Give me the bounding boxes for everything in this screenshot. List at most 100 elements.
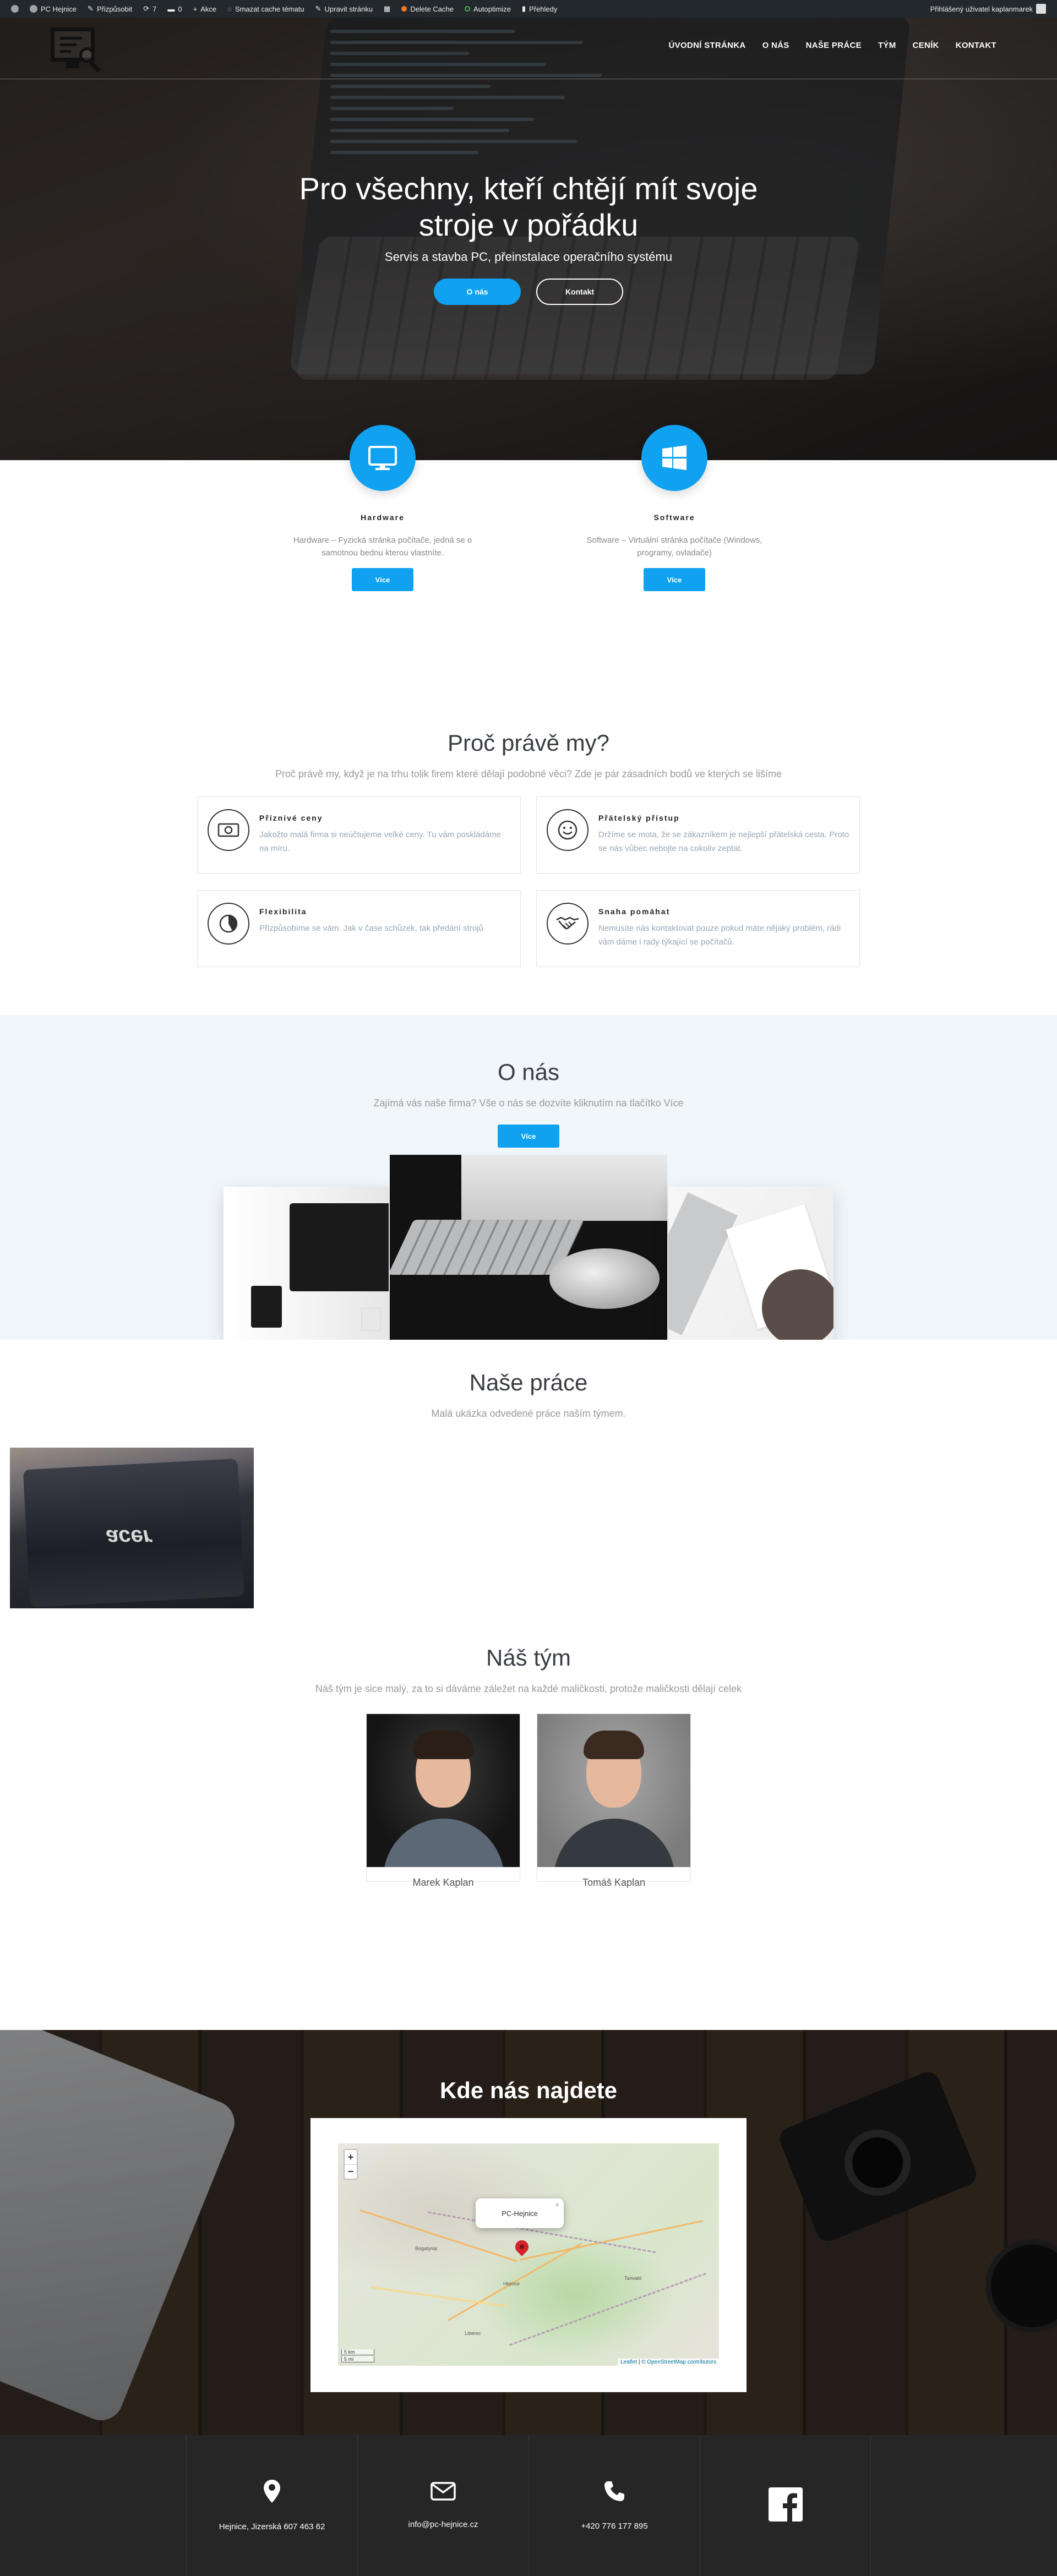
feature-card: Flexibilita Přizpůsobíme se vám. Jak v č…	[197, 890, 521, 967]
feature-title: Příznivé ceny	[259, 814, 323, 822]
windows-logo-icon	[641, 425, 707, 491]
about-section: O nás Zajímá vás naše firma? Vše o nás s…	[0, 1015, 1057, 1340]
section-title: Naše práce	[469, 1369, 588, 1395]
nav-item-home[interactable]: ÚVODNÍ STRÁNKA	[669, 41, 746, 50]
feature-card: Příznivé ceny Jakožto malá firma si neúč…	[197, 796, 521, 874]
nav-item-contact[interactable]: KONTAKT	[956, 41, 996, 50]
location-pin-icon	[264, 2480, 280, 2506]
nav-item-team[interactable]: TÝM	[878, 41, 896, 50]
admin-clear-cache-link[interactable]: ◌ Smazat cache tématu	[222, 0, 309, 18]
map-popup-label: PC-Hejnice	[502, 2209, 538, 2218]
contact-button[interactable]: Kontakt	[536, 279, 623, 305]
section-title: Náš tým	[486, 1645, 571, 1671]
map-attribution: Leaflet | © OpenStreetMap contributors	[618, 2359, 719, 2366]
close-icon[interactable]: ×	[555, 2201, 559, 2209]
map[interactable]: Bogatynia Hejnice Tanvald Liberec + − PC…	[338, 2143, 719, 2366]
nav-item-pricing[interactable]: CENÍK	[913, 41, 939, 50]
home-icon	[30, 5, 37, 13]
location-section: Kde nás najdete Bogatynia Hejnice Tanval…	[0, 2030, 1057, 2435]
work-gallery-image[interactable]: acer	[10, 1448, 254, 1608]
team-member-photo	[367, 1714, 520, 1867]
nav-item-work[interactable]: NAŠE PRÁCE	[806, 41, 862, 50]
service-software: Software Software – Virtuální stránka po…	[578, 425, 771, 678]
feature-title: Přátelský přístup	[598, 814, 680, 822]
admin-comments-link[interactable]: ▬ 0	[162, 0, 187, 18]
phone-icon	[603, 2480, 625, 2505]
wordpress-icon[interactable]	[6, 0, 24, 18]
banknote-icon	[208, 809, 249, 851]
service-title: Hardware	[361, 513, 405, 522]
hardware-more-button[interactable]: Více	[352, 568, 413, 591]
pencil-icon: ✎	[88, 4, 94, 13]
leaflet-link[interactable]: Leaflet	[620, 2359, 637, 2365]
map-marker-icon[interactable]	[513, 2237, 531, 2256]
team-member-name: Tomáš Kaplan	[582, 1877, 646, 1888]
osm-link[interactable]: © OpenStreetMap contributors	[641, 2359, 716, 2365]
team-member-name: Marek Kaplan	[412, 1877, 474, 1888]
software-more-button[interactable]: Více	[644, 568, 705, 591]
footer-facebook[interactable]	[700, 2435, 871, 2576]
footer-email-link[interactable]: info@pc-hejnice.cz	[408, 2520, 478, 2529]
admin-updates-link[interactable]: ⟳ 7	[138, 0, 162, 18]
service-text: Hardware – Fyzická stránka počítače, jed…	[293, 536, 472, 558]
hero-content: Pro všechny, kteří chtějí mít svoje stro…	[0, 171, 1057, 305]
cache-icon: ◌	[227, 4, 232, 13]
map-zoom-control: + −	[344, 2149, 358, 2180]
feature-title: Flexibilita	[259, 907, 307, 916]
admin-site-link[interactable]: PC Hejnice	[24, 0, 82, 18]
work-section: Naše práce Malá ukázka odvedené práce na…	[0, 1340, 1057, 1637]
admin-delete-cache-link[interactable]: Delete Cache	[396, 0, 459, 18]
map-frame: Bogatynia Hejnice Tanvald Liberec + − PC…	[310, 2118, 747, 2392]
admin-edit-page-link[interactable]: ✎ Upravit stránku	[310, 0, 378, 18]
admin-customize-link[interactable]: ✎ Přizpůsobit	[82, 0, 138, 18]
header-navbar: ÚVODNÍ STRÁNKA O NÁS NAŠE PRÁCE TÝM CENÍ…	[0, 18, 1057, 79]
footer-email: info@pc-hejnice.cz	[357, 2435, 528, 2576]
footer-phone-link[interactable]: +420 776 177 895	[581, 2522, 647, 2531]
admin-insights-link[interactable]: ▮ Přehledy	[516, 0, 563, 18]
magnifier-icon	[79, 47, 95, 63]
facebook-icon[interactable]	[768, 2487, 803, 2524]
pie-chart-icon	[208, 903, 249, 945]
green-dot-icon	[465, 6, 470, 12]
service-title: Software	[653, 513, 695, 522]
footer-phone: +420 776 177 895	[528, 2435, 700, 2576]
feature-text: Držíme se mota, že se zákazníkem je nejl…	[598, 830, 849, 853]
envelope-icon	[431, 2482, 456, 2503]
laptop-brand-text: acer	[106, 1525, 152, 1549]
footer-address: Hejnice, Jizerská 607 463 62	[186, 2435, 357, 2576]
section-subtitle: Náš tým je sice malý, za to si dáváme zá…	[315, 1683, 742, 1694]
orange-dot-icon	[401, 6, 407, 12]
team-section: Náš tým Náš tým je sice malý, za to si d…	[0, 1637, 1057, 2030]
why-us-section: Proč právě my? Proč právě my, když je na…	[0, 678, 1057, 1015]
section-subtitle: Zajímá vás naše firma? Vše o nás se dozv…	[373, 1098, 684, 1109]
team-member-card: Marek Kaplan	[366, 1713, 520, 1888]
desktop-monitor-icon	[350, 425, 416, 491]
admin-user-menu[interactable]: Přihlášený uživatel kaplanmarek	[925, 0, 1051, 18]
admin-new-content-link[interactable]: + Akce	[188, 0, 222, 18]
site-logo[interactable]	[51, 24, 101, 73]
team-member-card: Tomáš Kaplan	[537, 1713, 691, 1888]
footer-address-text: Hejnice, Jizerská 607 463 62	[219, 2522, 325, 2531]
about-more-button[interactable]: Více	[498, 1125, 559, 1148]
services-section: Hardware Hardware – Fyzická stránka počí…	[0, 425, 1057, 678]
nav-item-about[interactable]: O NÁS	[762, 41, 789, 50]
feature-card: Přátelský přístup Držíme se mota, že se …	[536, 796, 860, 874]
grid-icon: ▦	[383, 4, 391, 13]
refresh-icon: ⟳	[143, 4, 150, 13]
chart-icon: ▮	[521, 4, 526, 13]
zoom-out-button[interactable]: −	[345, 2164, 357, 2179]
map-scale: 5 km 5 mi	[341, 2348, 374, 2362]
hero-title: Pro všechny, kteří chtějí mít svoje stro…	[299, 171, 758, 242]
about-image-keyboard	[390, 1155, 667, 1340]
feature-title: Snaha pomáhat	[598, 907, 671, 916]
section-title: O nás	[497, 1059, 560, 1085]
hero-subtitle: Servis a stavba PC, přeinstalace operačn…	[384, 250, 673, 264]
zoom-in-button[interactable]: +	[345, 2150, 357, 2164]
admin-bar: PC Hejnice ✎ Přizpůsobit ⟳ 7 ▬ 0 + Akce ◌ Sma…	[0, 0, 1057, 18]
admin-grid-link[interactable]: ▦	[378, 0, 396, 18]
about-image-desk	[224, 1187, 389, 1340]
avatar	[1036, 4, 1046, 14]
admin-autoptimize-link[interactable]: Autoptimize	[459, 0, 516, 18]
about-button[interactable]: O nás	[434, 279, 521, 305]
feature-text: Přizpůsobíme se vám. Jak v čase schůzek,…	[259, 924, 483, 933]
